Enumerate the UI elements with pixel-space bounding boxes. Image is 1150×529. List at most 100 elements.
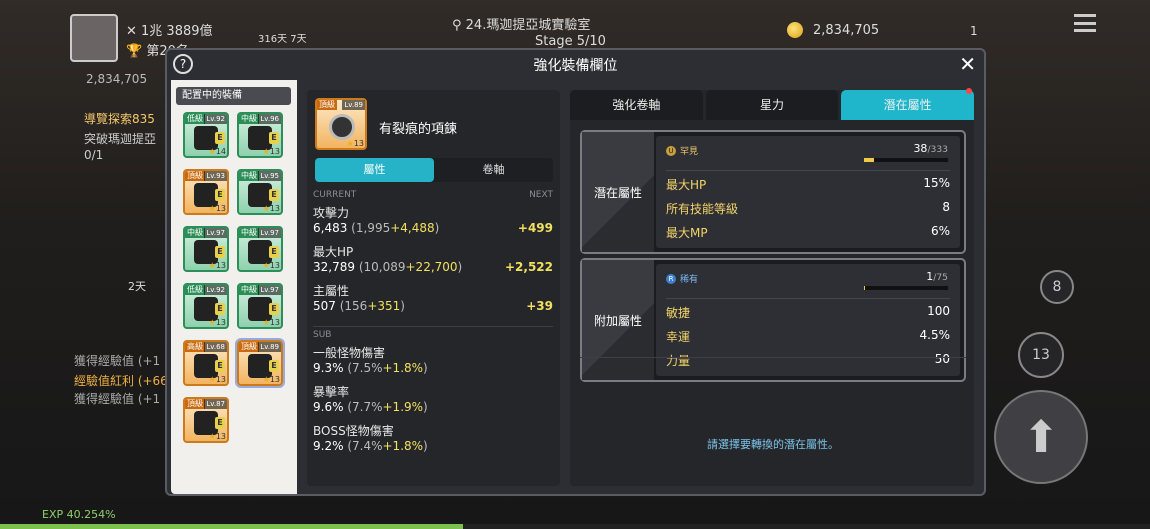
- item-grade: 中級: [185, 228, 205, 238]
- combat-power: ✕ 1兆 3889億: [126, 24, 213, 39]
- log-line: 獲得經驗值 (+1: [74, 354, 161, 368]
- equipment-slot[interactable]: 低級 Lv.92 E ★13: [183, 283, 229, 329]
- item-grade: 中級: [239, 114, 259, 124]
- tab-starforce[interactable]: 星力: [705, 90, 839, 120]
- rarity-icon: R: [666, 273, 676, 284]
- equipped-badge-icon: E: [215, 189, 225, 201]
- equipped-badge-icon: E: [215, 417, 225, 429]
- stat-subtabs: 屬性 卷軸: [315, 158, 553, 182]
- stat-bonus: +22,700: [405, 260, 458, 274]
- log-line: 獲得經驗值 (+1: [74, 392, 161, 406]
- equipped-badge-icon: E: [215, 132, 225, 144]
- menu-icon[interactable]: [1074, 14, 1096, 32]
- line-name: 最大MP: [666, 226, 708, 240]
- item-grade: 頂級: [185, 399, 205, 409]
- item-star: ★13: [262, 261, 280, 270]
- line-name: 敏捷: [666, 306, 691, 320]
- tab-attributes[interactable]: 屬性: [315, 158, 434, 182]
- skill-button-8[interactable]: 8: [1040, 270, 1074, 304]
- additional-label: 附加屬性: [582, 260, 654, 380]
- stat-breakdown: (10,089+22,700): [355, 260, 463, 274]
- equipped-list-title: 配置中的裝備: [176, 87, 291, 105]
- equipment-slot[interactable]: 中級 Lv.97 E ★13: [237, 226, 283, 272]
- line-value: 6%: [930, 224, 950, 238]
- item-grade: 低級: [185, 285, 205, 295]
- potential-lines: U 罕見 38/333 最大HP 15% 所有技能等級 8 最大MP 6%: [656, 136, 960, 248]
- stat-entry: 攻擊力 6,483 (1,995+4,488) +499: [313, 204, 553, 235]
- rarity-icon: U: [666, 145, 676, 156]
- divider: [580, 357, 966, 358]
- potential-line: 最大MP 6%: [666, 224, 950, 241]
- tab-potential[interactable]: 潛在屬性: [841, 88, 975, 120]
- equipment-slot[interactable]: 低級 Lv.92 E ★14: [183, 112, 229, 158]
- coin-icon: [787, 22, 803, 38]
- next-header: NEXT: [529, 190, 553, 200]
- stat-name: 一般怪物傷害: [313, 346, 386, 360]
- equipment-slot[interactable]: 高級 Lv.68 E ★13: [183, 340, 229, 386]
- item-star: ★14: [208, 147, 226, 156]
- potential-box[interactable]: 潛在屬性 U 罕見 38/333 最大HP 15% 所有技能等級 8 最大MP 6%: [580, 130, 966, 254]
- potential-label: 潛在屬性: [582, 132, 654, 252]
- stat-next: +499: [517, 221, 553, 235]
- line-value: 8: [942, 200, 950, 214]
- stat-entry: 最大HP 32,789 (10,089+22,700) +2,522: [313, 243, 553, 274]
- notification-dot-icon: [966, 88, 973, 94]
- stat-value: 9.2%: [313, 439, 344, 453]
- equipment-slot[interactable]: 頂級 Lv.89 E ★13: [235, 338, 285, 388]
- equipped-badge-icon: E: [269, 246, 279, 258]
- additional-progress-fill: [864, 286, 866, 290]
- divider: [313, 326, 553, 327]
- modal-header: ? 強化裝備欄位 ✕: [167, 50, 984, 80]
- potential-line: 最大HP 15%: [666, 176, 950, 193]
- bag-count[interactable]: 1: [970, 24, 978, 38]
- stat-breakdown: (156+351): [335, 299, 405, 313]
- skill-button-13[interactable]: 13: [1018, 332, 1064, 378]
- jump-button[interactable]: ⬆: [994, 390, 1088, 484]
- item-level: Lv.89: [258, 342, 281, 352]
- stat-breakdown: (7.4%+1.8%): [343, 439, 428, 453]
- map-days: 316天 7天: [258, 34, 307, 45]
- stat-next: +39: [526, 299, 553, 313]
- divider: [666, 170, 950, 171]
- current-header: CURRENT: [313, 190, 357, 200]
- equipment-slot[interactable]: 中級 Lv.95 E ★13: [237, 169, 283, 215]
- stat-values: 507 (156+351) +39: [313, 299, 553, 313]
- stat-values: 6,483 (1,995+4,488) +499: [313, 221, 553, 235]
- map-name[interactable]: ⚲ 24.瑪迦提亞城實驗室: [452, 14, 590, 33]
- potential-progress-fill: [864, 158, 874, 162]
- equipment-slot[interactable]: 中級 Lv.97 E ★13: [237, 283, 283, 329]
- quest-progress: 0/1: [84, 148, 104, 162]
- exp-label: EXP 40.254%: [42, 508, 116, 521]
- equipped-list: 配置中的裝備 低級 Lv.92 E ★14 中級 Lv.96 E ★13 頂級 Lv.93 E ★13…: [171, 80, 297, 494]
- stat-name: 主屬性: [313, 284, 350, 298]
- close-icon[interactable]: ✕: [959, 52, 976, 76]
- item-star: ★13: [262, 318, 280, 327]
- stat-value: 32,789: [313, 260, 355, 274]
- line-name: 所有技能等級: [666, 202, 739, 216]
- line-value: 15%: [923, 176, 950, 190]
- player-avatar[interactable]: [70, 14, 118, 62]
- item-star: ★13: [208, 261, 226, 270]
- stat-bonus: +4,488: [390, 221, 435, 235]
- help-icon[interactable]: ?: [173, 54, 193, 74]
- equipment-slot[interactable]: 頂級 Lv.87 E ★13: [183, 397, 229, 443]
- additional-box[interactable]: 附加屬性 R 稀有 1/75 敏捷 100 幸運 4.5% 力量 50: [580, 258, 966, 382]
- arrow-up-icon: ⬆: [1022, 411, 1060, 463]
- quest-title[interactable]: 導覽探索835: [84, 110, 155, 127]
- equipment-slot[interactable]: 中級 Lv.96 E ★13: [237, 112, 283, 158]
- potential-line: 幸運 4.5%: [666, 328, 950, 345]
- line-name: 力量: [666, 354, 691, 368]
- stat-values: 32,789 (10,089+22,700) +2,522: [313, 260, 553, 274]
- equipment-slot[interactable]: 頂級 Lv.93 E ★13: [183, 169, 229, 215]
- stat-bonus: +1.8%: [382, 439, 424, 453]
- item-level: Lv.97: [204, 228, 227, 238]
- equipment-slot[interactable]: 中級 Lv.97 E ★13: [183, 226, 229, 272]
- equipped-badge-icon: E: [269, 360, 279, 372]
- item-level: Lv.89: [342, 100, 365, 110]
- tab-scrolls[interactable]: 卷軸: [434, 158, 553, 182]
- selected-item-slot: 頂級 Lv.89 ★13: [315, 98, 367, 150]
- gold-amount: 2,834,705: [813, 22, 880, 38]
- tab-scroll[interactable]: 強化卷軸: [570, 90, 703, 120]
- stat-value: 6,483: [313, 221, 348, 235]
- equipped-badge-icon: E: [215, 303, 225, 315]
